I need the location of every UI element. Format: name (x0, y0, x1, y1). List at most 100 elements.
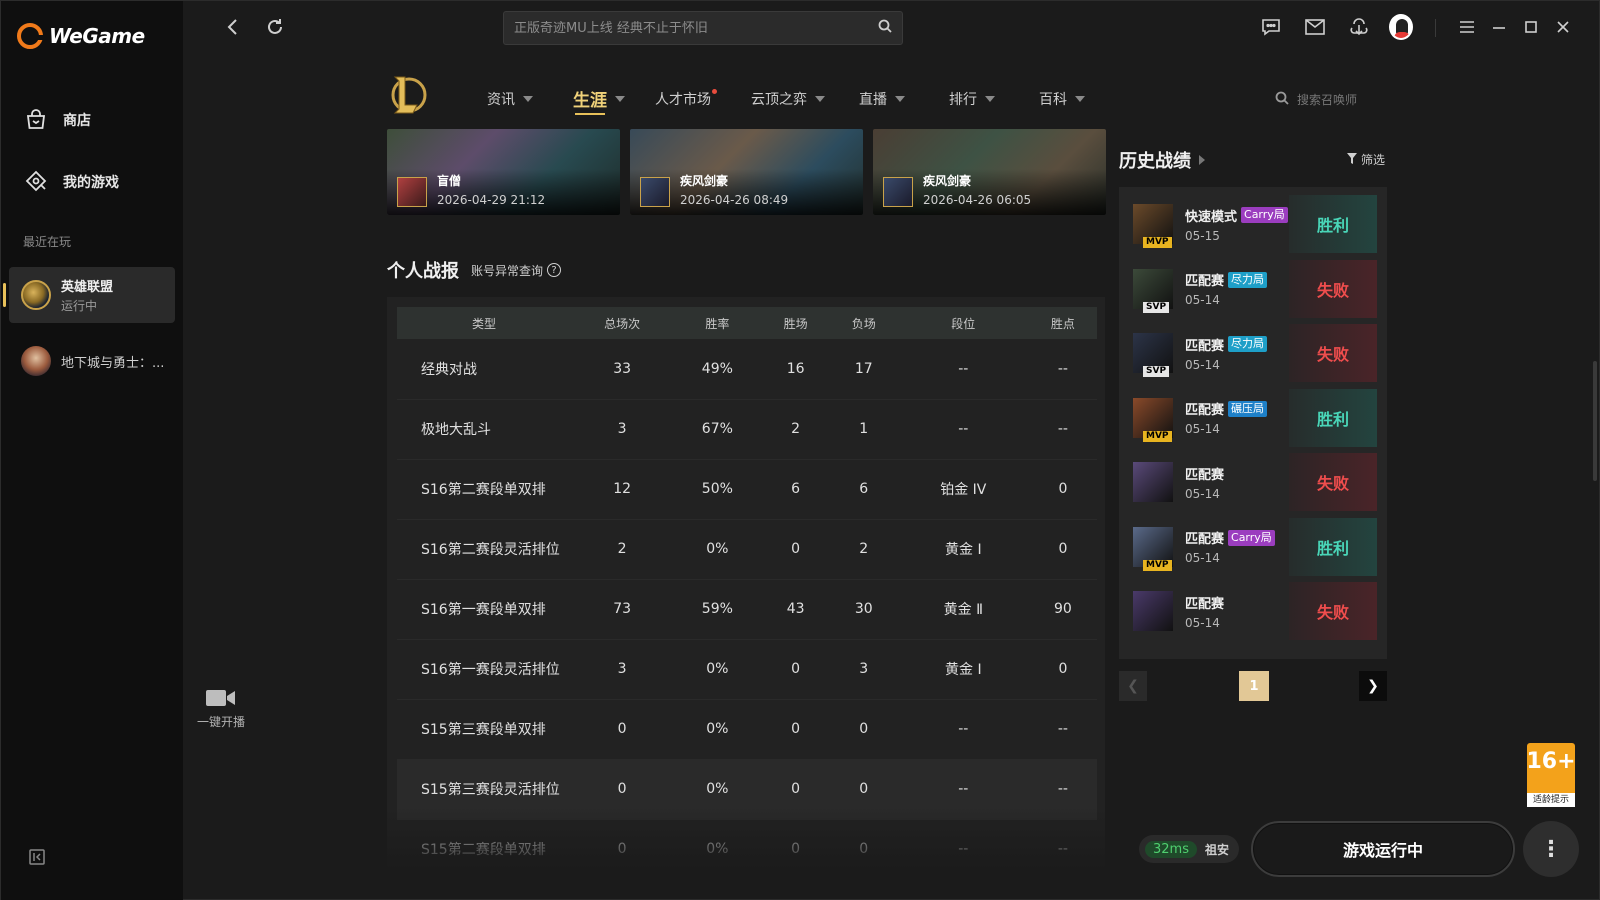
user-avatar[interactable] (1389, 14, 1413, 40)
search-icon (1275, 91, 1289, 108)
table-cell: 0 (1028, 639, 1097, 700)
stats-panel: 类型 总场次 胜率 胜场 负场 段位 胜点 经典对战 33 49% 16 17 -- -- 极… (387, 297, 1105, 877)
game-running-button[interactable]: 游戏运行中 (1251, 821, 1515, 877)
tab-label: 人才市场 (655, 92, 711, 108)
more-options-button[interactable]: ⋮ (1523, 821, 1579, 877)
tab-talent-market[interactable]: 人才市场 (655, 89, 717, 109)
filter-button[interactable]: 筛选 (1347, 151, 1385, 168)
match-history-item[interactable]: 匹配赛 05-14 失败 (1129, 582, 1377, 640)
table-cell: 0 (761, 519, 830, 580)
table-cell: 0 (571, 819, 674, 877)
table-cell: 极地大乱斗 (397, 399, 571, 460)
match-history-item[interactable]: MVP 匹配赛 碾压局 05-14 胜利 (1129, 388, 1377, 447)
stats-title: 个人战报 (387, 261, 459, 282)
tab-label: 排行 (949, 92, 977, 108)
match-info: 快速模式 Carry局 05-15 (1185, 206, 1305, 243)
history-title-label: 历史战绩 (1119, 151, 1191, 172)
table-cell: 0 (829, 819, 898, 877)
table-cell: 33 (571, 339, 674, 400)
back-icon[interactable] (221, 15, 245, 39)
champion-avatar (1133, 462, 1173, 502)
table-cell: 49% (673, 339, 762, 400)
chevron-down-icon (815, 96, 825, 102)
account-check-link[interactable]: 账号异常查询 ? (471, 262, 562, 279)
sidebar-item-my-games[interactable]: 我的游戏 (23, 169, 119, 195)
refresh-icon[interactable] (263, 15, 287, 39)
match-video-card[interactable]: 疾风剑豪 2026-04-26 08:49 (630, 129, 863, 215)
history-title[interactable]: 历史战绩 (1119, 147, 1205, 173)
match-history-item[interactable]: MVP 匹配赛 Carry局 05-14 胜利 (1129, 517, 1377, 576)
help-icon[interactable]: ? (547, 263, 562, 277)
tab-tft[interactable]: 云顶之弈 (751, 89, 825, 109)
match-history-item[interactable]: SVP 匹配赛 尽力局 05-14 失败 (1129, 324, 1377, 382)
table-cell: -- (1028, 399, 1097, 460)
table-cell: S16第一赛段单双排 (397, 579, 571, 640)
search-icon[interactable] (878, 19, 892, 37)
pagination: ❮ 1 ❯ (1119, 671, 1387, 701)
champion-portrait (883, 177, 913, 207)
server-ping[interactable]: 32ms 祖安 (1139, 835, 1239, 863)
recent-game-lol[interactable]: 英雄联盟 运行中 (3, 267, 175, 323)
tab-career[interactable]: 生涯 (573, 86, 625, 115)
table-cell: 0% (673, 519, 762, 580)
match-info: 匹配赛 碾压局 05-14 (1185, 399, 1305, 436)
download-icon[interactable] (1347, 15, 1371, 39)
table-cell: 67% (673, 399, 762, 460)
match-history-item[interactable]: MVP 快速模式 Carry局 05-15 胜利 (1129, 195, 1377, 253)
column-header: 胜率 (673, 307, 762, 339)
page-number[interactable]: 1 (1239, 671, 1269, 701)
tab-ranking[interactable]: 排行 (949, 89, 995, 109)
scrollbar[interactable] (1593, 361, 1597, 481)
game-name: 地下城与勇士：... (61, 355, 165, 371)
mail-icon[interactable] (1303, 15, 1327, 39)
table-cell: 0 (761, 819, 830, 877)
table-cell: 0% (673, 639, 762, 700)
sidebar-item-store[interactable]: 商店 (23, 107, 91, 133)
table-cell: 黄金 Ⅰ (897, 639, 1029, 700)
table-cell: 0 (829, 759, 898, 820)
match-mode-line: 匹配赛 碾压局 (1185, 399, 1305, 418)
menu-icon[interactable] (1455, 15, 1479, 39)
match-history-item[interactable]: 匹配赛 05-14 失败 (1129, 453, 1377, 511)
match-history-item[interactable]: SVP 匹配赛 尽力局 05-14 失败 (1129, 259, 1377, 318)
match-tag: 尽力局 (1228, 271, 1268, 288)
table-cell: S16第二赛段单双排 (397, 459, 571, 520)
recent-game-dnf[interactable]: 地下城与勇士：... (9, 333, 175, 389)
tab-wiki[interactable]: 百科 (1039, 89, 1085, 109)
search-bar[interactable] (503, 11, 903, 45)
lol-logo-icon[interactable] (387, 73, 427, 117)
close-icon[interactable] (1551, 15, 1575, 39)
collapse-sidebar-icon[interactable] (29, 849, 45, 865)
table-header-row: 类型 总场次 胜率 胜场 负场 段位 胜点 (397, 307, 1097, 339)
table-cell: 0 (761, 639, 830, 700)
match-info: 匹配赛 尽力局 05-14 (1185, 270, 1305, 307)
match-video-card[interactable]: 疾风剑豪 2026-04-26 06:05 (873, 129, 1106, 215)
match-result: 失败 (1289, 453, 1377, 511)
summoner-search[interactable]: 搜索召唤师 (1275, 91, 1357, 108)
match-video-card[interactable]: 盲僧 2026-04-29 21:12 (387, 129, 620, 215)
table-cell: 6 (829, 459, 898, 520)
tab-label: 资讯 (487, 92, 515, 108)
one-click-broadcast[interactable]: 一键开播 (191, 689, 251, 730)
chat-icon[interactable] (1259, 15, 1283, 39)
table-cell: 铂金 IV (897, 459, 1029, 520)
table-cell: -- (897, 759, 1029, 820)
champion-avatar (1133, 591, 1173, 631)
next-page-button[interactable]: ❯ (1359, 671, 1387, 701)
tab-live[interactable]: 直播 (859, 89, 905, 109)
account-check-label: 账号异常查询 (471, 263, 544, 278)
maximize-icon[interactable] (1519, 15, 1543, 39)
match-mode: 匹配赛 (1185, 338, 1225, 354)
recent-label: 最近在玩 (23, 235, 72, 249)
match-info: 匹配赛 尽力局 05-14 (1185, 335, 1305, 372)
minimize-icon[interactable] (1487, 15, 1511, 39)
search-input[interactable] (514, 20, 878, 36)
wegame-logo[interactable]: WeGame (17, 23, 145, 49)
app-window: WeGame 商店 我的游戏 最近在玩 英雄联盟 运行中 地下城与勇士：... … (0, 0, 1600, 900)
table-cell: -- (897, 819, 1029, 877)
tab-news[interactable]: 资讯 (487, 89, 533, 109)
table-cell: 1 (829, 399, 898, 460)
mvp-badge: SVP (1143, 301, 1170, 313)
match-mode: 匹配赛 (1185, 274, 1225, 289)
prev-page-button[interactable]: ❮ (1119, 671, 1147, 701)
